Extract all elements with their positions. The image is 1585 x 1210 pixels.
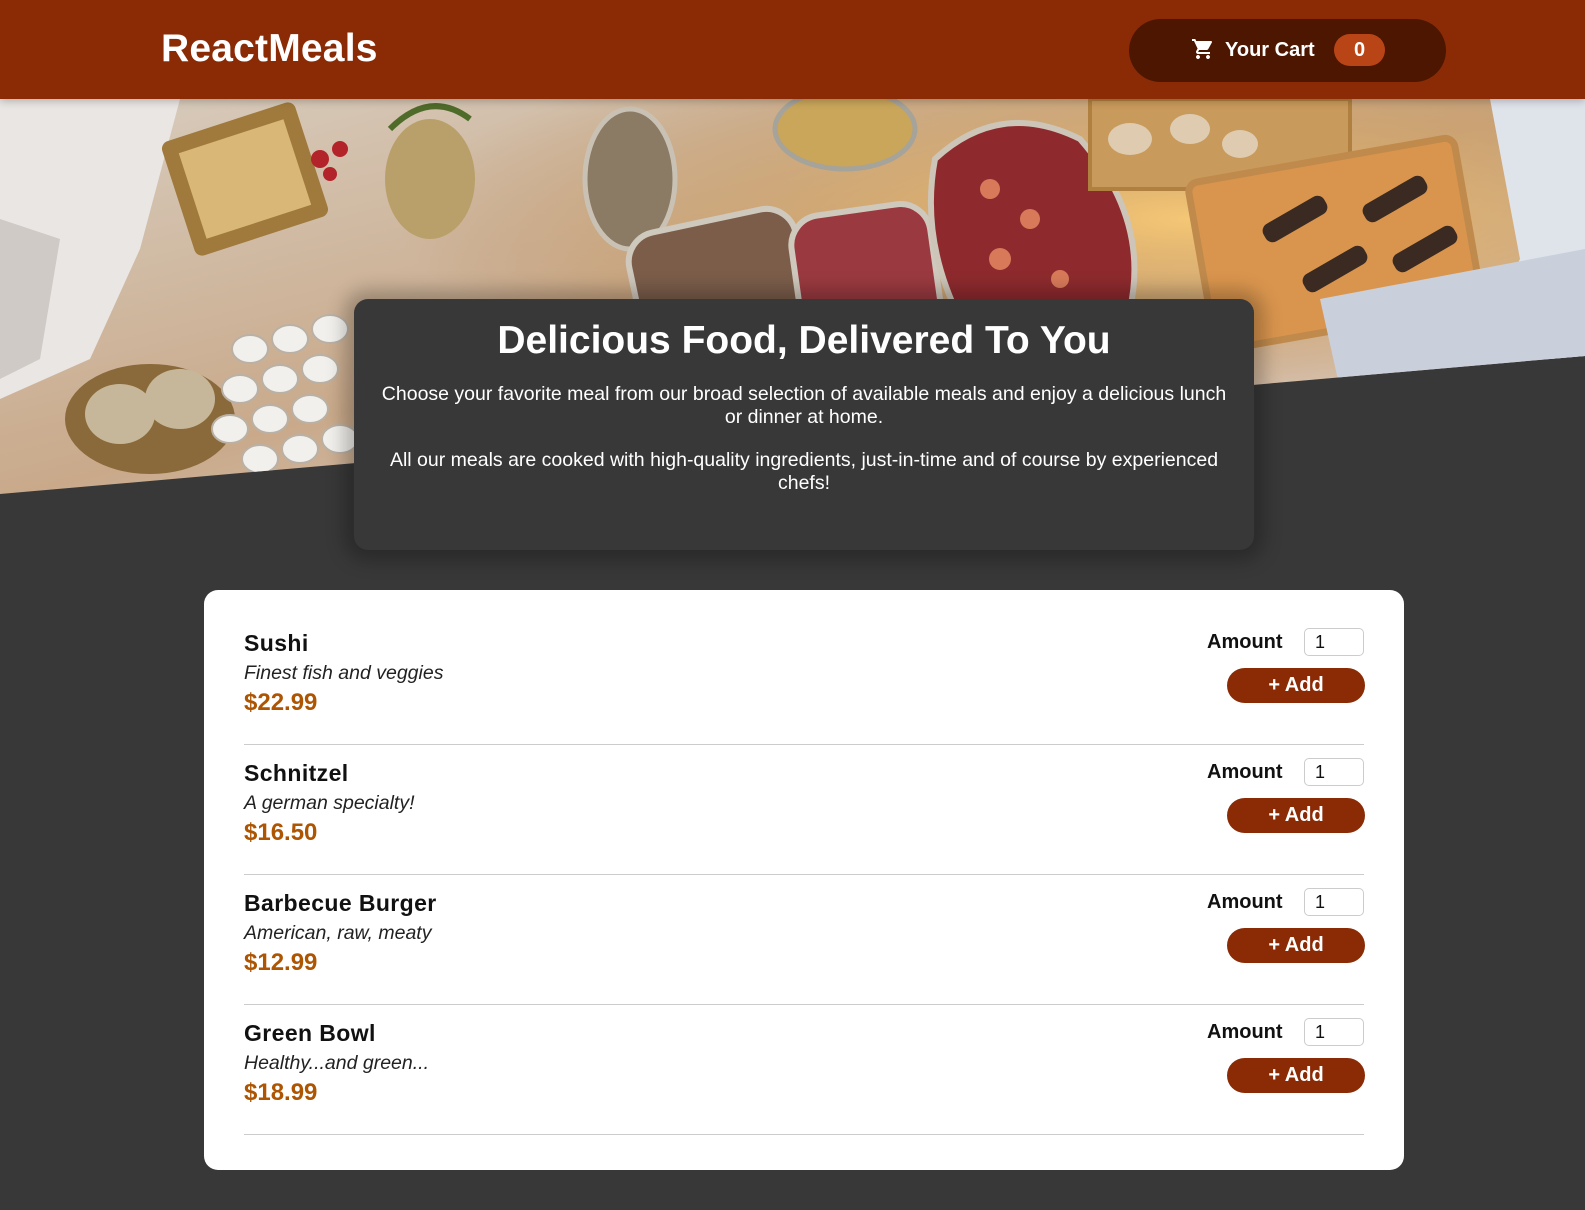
meal-price: $12.99 xyxy=(244,949,318,976)
meal-name: Sushi xyxy=(244,630,309,656)
meal-item: Barbecue Burger American, raw, meaty $12… xyxy=(244,875,1365,1005)
summary-title: Delicious Food, Delivered To You xyxy=(497,319,1111,362)
meal-item: Schnitzel A german specialty! $16.50 Amo… xyxy=(244,745,1365,875)
shopping-cart-icon xyxy=(1192,39,1213,59)
meal-item: Sushi Finest fish and veggies $22.99 Amo… xyxy=(244,615,1365,745)
summary-paragraph-1: Choose your favorite meal from our broad… xyxy=(381,383,1227,428)
amount-label: Amount xyxy=(1207,891,1283,913)
amount-input[interactable] xyxy=(1304,628,1364,656)
cart-button[interactable]: Your Cart 0 xyxy=(1129,19,1446,82)
amount-label: Amount xyxy=(1207,761,1283,783)
add-to-cart-button[interactable]: + Add xyxy=(1227,1058,1365,1093)
add-to-cart-button[interactable]: + Add xyxy=(1227,798,1365,833)
app-header: ReactMeals Your Cart 0 xyxy=(0,0,1585,99)
meal-name: Barbecue Burger xyxy=(244,890,437,916)
meal-description: American, raw, meaty xyxy=(244,922,432,944)
meals-list: Sushi Finest fish and veggies $22.99 Amo… xyxy=(204,590,1404,1170)
summary-paragraph-2: All our meals are cooked with high-quali… xyxy=(389,449,1219,494)
amount-label: Amount xyxy=(1207,631,1283,653)
meal-description: Healthy...and green... xyxy=(244,1052,430,1074)
cart-count-badge: 0 xyxy=(1334,34,1385,66)
meal-price: $22.99 xyxy=(244,689,318,716)
meal-description: A german specialty! xyxy=(244,792,415,814)
summary-card: Delicious Food, Delivered To You Choose … xyxy=(354,299,1254,550)
cart-label: Your Cart xyxy=(1225,39,1315,61)
amount-input[interactable] xyxy=(1304,1018,1364,1046)
meal-name: Green Bowl xyxy=(244,1020,376,1046)
amount-input[interactable] xyxy=(1304,758,1364,786)
meal-price: $18.99 xyxy=(244,1079,318,1106)
brand-title: ReactMeals xyxy=(161,27,378,70)
add-to-cart-button[interactable]: + Add xyxy=(1227,668,1365,703)
meal-name: Schnitzel xyxy=(244,760,349,786)
amount-input[interactable] xyxy=(1304,888,1364,916)
meal-price: $16.50 xyxy=(244,819,318,846)
amount-label: Amount xyxy=(1207,1021,1283,1043)
add-to-cart-button[interactable]: + Add xyxy=(1227,928,1365,963)
meal-item: Green Bowl Healthy...and green... $18.99… xyxy=(244,1005,1365,1135)
meal-description: Finest fish and veggies xyxy=(244,662,444,684)
